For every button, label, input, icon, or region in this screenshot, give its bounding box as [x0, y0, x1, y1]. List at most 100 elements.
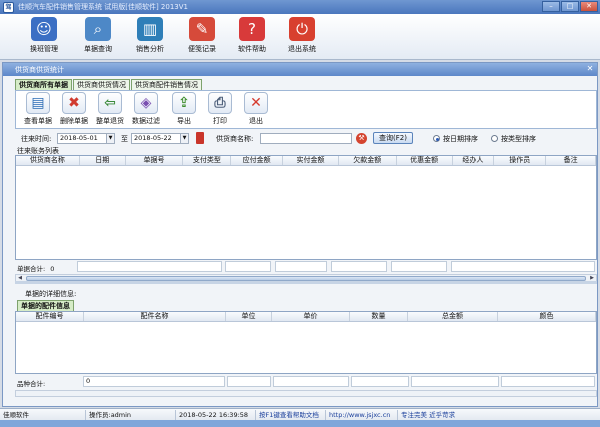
column-header[interactable]: 单价	[272, 312, 350, 321]
column-header[interactable]: 颜色	[498, 312, 596, 321]
status-url[interactable]: http://www.jsjxc.cn	[326, 410, 398, 420]
wrench-icon[interactable]: ⚒	[356, 133, 367, 144]
action-button-3[interactable]: ◈ 数据过滤	[128, 92, 164, 129]
people-icon: ☺	[31, 17, 57, 41]
sort-by-date-radio[interactable]	[433, 135, 440, 142]
pane-splitter[interactable]	[15, 281, 597, 284]
column-header[interactable]: 实付金额	[283, 156, 339, 165]
main-toolbar-button-3[interactable]: ✎ 便笺记录	[180, 17, 224, 57]
column-header[interactable]: 备注	[546, 156, 596, 165]
tab-supplier-supply[interactable]: 供货商供货情况	[73, 79, 130, 90]
column-header[interactable]: 支付类型	[183, 156, 232, 165]
parts-detail-header: 配件编号 配件名称 单位 单价 数量 总金额 颜色	[16, 312, 596, 322]
column-header[interactable]: 单位	[226, 312, 272, 321]
child-close-button[interactable]: ✕	[585, 64, 595, 74]
date-from-field[interactable]: 2018-05-01 ▼	[57, 133, 115, 144]
supplier-name-input[interactable]	[260, 133, 352, 144]
date-to-value: 2018-05-22	[134, 134, 172, 142]
tab-supplier-all-documents[interactable]: 供货商所有单据	[15, 79, 72, 90]
sum-cell	[77, 261, 222, 272]
date-from-value: 2018-05-01	[60, 134, 98, 142]
column-header[interactable]: 配件编号	[16, 312, 84, 321]
main-toolbar-button-2[interactable]: ▥ 销售分析	[128, 17, 172, 57]
status-datetime: 2018-05-22 16:39:58	[176, 410, 256, 420]
business-list-header: 供货商名称 日期 单据号 支付类型 应付金额 实付金额 欠款金额 优惠金额 经办人 操作员 备注	[16, 156, 596, 166]
main-toolbar-button-5[interactable]: ⏻ 退出系统	[280, 17, 324, 57]
column-header[interactable]: 单据号	[126, 156, 184, 165]
main-toolbar-label: 软件帮助	[238, 45, 266, 53]
column-header[interactable]: 供货商名称	[16, 156, 80, 165]
parts-detail-hscrollbar[interactable]	[15, 390, 597, 397]
app-icon: 驾	[3, 1, 14, 13]
main-toolbar-button-1[interactable]: ⌕ 单据查询	[76, 17, 120, 57]
parts-total-label: 品种合计:	[17, 380, 46, 388]
column-header[interactable]: 配件名称	[84, 312, 226, 321]
tab-supplier-parts-sales[interactable]: 供货商配件销售情况	[131, 79, 202, 90]
notepad-icon: ✎	[189, 17, 215, 41]
delete-x-icon: ✖	[62, 92, 86, 114]
column-header[interactable]: 优惠金额	[397, 156, 453, 165]
status-help-hint: 按F1键查看帮助文档	[256, 410, 326, 420]
action-button-label: 查看单据	[24, 117, 52, 125]
main-toolbar-label: 换班管理	[30, 45, 58, 53]
child-window-title: 供货商供货统计	[3, 63, 597, 76]
date-to-field[interactable]: 2018-05-22 ▼	[131, 133, 189, 144]
sum-cell	[501, 376, 595, 387]
action-button-label: 退出	[249, 117, 263, 125]
main-toolbar-label: 便笺记录	[188, 45, 216, 53]
status-bar: 佳顺软件 操作员:admin 2018-05-22 16:39:58 按F1键查…	[0, 408, 600, 420]
action-button-1[interactable]: ✖ 删除单据	[56, 92, 92, 129]
search-row: 往来时间: 2018-05-01 ▼ 至 2018-05-22 ▼ 供货商名称:…	[15, 132, 595, 146]
business-list-body[interactable]	[16, 166, 596, 259]
sort-by-type-radio[interactable]	[491, 135, 498, 142]
query-button[interactable]: 查询(F2)	[373, 132, 413, 144]
action-button-6[interactable]: ✕ 退出	[238, 92, 274, 129]
tab-document-parts[interactable]: 单据的配件信息	[17, 300, 74, 311]
action-button-2[interactable]: ⇦ 整单退货	[92, 92, 128, 129]
column-header[interactable]: 日期	[80, 156, 126, 165]
sort-by-date-label: 按日期排序	[443, 135, 478, 143]
column-header[interactable]: 应付金额	[231, 156, 284, 165]
parts-detail-grid[interactable]: 配件编号 配件名称 单位 单价 数量 总金额 颜色	[15, 311, 597, 374]
minimize-button[interactable]: –	[542, 1, 560, 12]
window-controls: – □ ✕	[542, 1, 598, 12]
help-icon: ?	[239, 17, 265, 41]
main-toolbar: ☺ 换班管理 ⌕ 单据查询 ▥ 销售分析 ✎ 便笺记录? 软件帮助 ⏻ 退出系统	[0, 14, 600, 60]
parts-detail-body[interactable]	[16, 322, 596, 373]
status-operator: 操作员:admin	[86, 410, 176, 420]
calendar-dropdown-icon[interactable]: ▼	[106, 134, 114, 143]
bar-chart-icon: ▥	[137, 17, 163, 41]
supplier-name-label: 供货商名称:	[216, 135, 254, 143]
sort-by-type-label: 按类型排序	[501, 135, 536, 143]
date-picker-icon[interactable]	[196, 132, 204, 144]
action-button-4[interactable]: ⇪ 导出	[166, 92, 202, 129]
export-icon: ⇪	[172, 92, 196, 114]
filter-icon: ◈	[134, 92, 158, 114]
business-total-label-text: 单据合计:	[17, 265, 46, 273]
detail-title: 单据的详细信息:	[25, 290, 77, 298]
close-button[interactable]: ✕	[580, 1, 598, 12]
return-icon: ⇦	[98, 92, 122, 114]
main-toolbar-button-0[interactable]: ☺ 换班管理	[22, 17, 66, 57]
business-list-grid[interactable]: 供货商名称 日期 单据号 支付类型 应付金额 实付金额 欠款金额 优惠金额 经办人 操作员 备注	[15, 155, 597, 260]
column-header[interactable]: 总金额	[408, 312, 498, 321]
sum-cell	[225, 261, 271, 272]
action-button-5[interactable]: ⎙ 打印	[202, 92, 238, 129]
column-header[interactable]: 经办人	[453, 156, 495, 165]
column-header[interactable]: 数量	[350, 312, 408, 321]
column-header[interactable]: 欠款金额	[339, 156, 397, 165]
maximize-button[interactable]: □	[561, 1, 579, 12]
view-document-icon: ▤	[26, 92, 50, 114]
status-company: 佳顺软件	[0, 410, 86, 420]
main-toolbar-label: 销售分析	[136, 45, 164, 53]
column-header[interactable]: 操作员	[494, 156, 547, 165]
printer-icon: ⎙	[208, 92, 232, 114]
action-button-0[interactable]: ▤ 查看单据	[20, 92, 56, 129]
main-toolbar-button-4[interactable]: ? 软件帮助	[230, 17, 274, 57]
main-toolbar-label: 单据查询	[84, 45, 112, 53]
sum-cell	[275, 261, 327, 272]
sum-cell	[227, 376, 271, 387]
sum-cell	[411, 376, 499, 387]
calendar-dropdown-icon[interactable]: ▼	[180, 134, 188, 143]
magnifier-icon: ⌕	[85, 17, 111, 41]
